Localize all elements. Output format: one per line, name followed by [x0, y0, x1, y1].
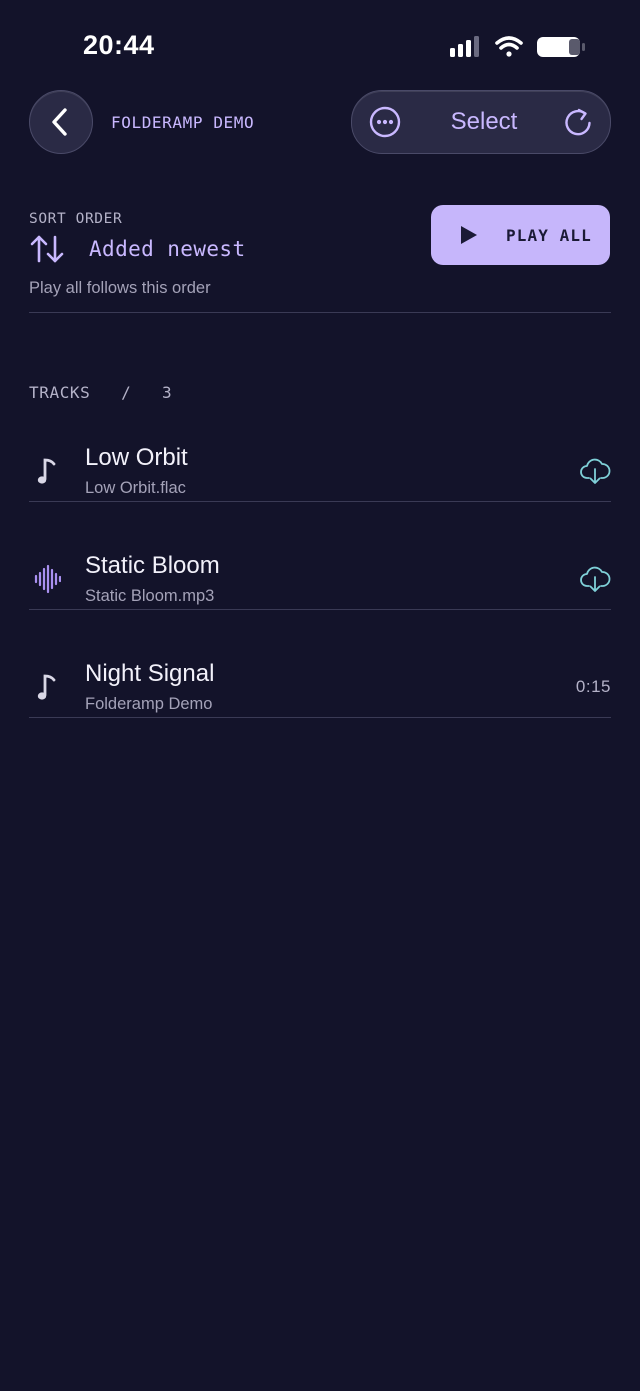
play-all-label: PLAY ALL [506, 225, 592, 245]
play-icon [461, 226, 477, 244]
header-action-pill: Select [351, 90, 611, 154]
music-note-icon [37, 674, 56, 700]
track-row[interactable]: Static Bloom Static Bloom.mp3 [29, 508, 611, 612]
status-time: 20:44 [83, 30, 155, 60]
wifi-icon [495, 36, 523, 57]
cloud-download-icon [580, 458, 611, 484]
track-row[interactable]: Low Orbit Low Orbit.flac [29, 400, 611, 504]
section-divider [29, 312, 611, 313]
sort-arrows-icon [30, 235, 64, 263]
sort-hint: Play all follows this order [29, 279, 211, 297]
row-divider [29, 609, 611, 610]
download-button[interactable] [579, 455, 611, 492]
ellipsis-circle-icon [369, 106, 401, 138]
status-icons [448, 34, 588, 60]
track-title: Low Orbit [85, 444, 188, 471]
track-row[interactable]: Night Signal Folderamp Demo 0:15 [29, 616, 611, 720]
row-divider [29, 717, 611, 718]
track-duration: 0:15 [575, 677, 611, 696]
download-button[interactable] [579, 563, 611, 600]
sort-order-value: Added newest [89, 237, 246, 261]
track-title: Night Signal [85, 660, 215, 687]
track-subtitle: Static Bloom.mp3 [85, 587, 215, 605]
sort-order-control[interactable]: Added newest [29, 230, 269, 268]
waveform-icon [34, 564, 61, 594]
page-title: FOLDERAMP DEMO [111, 113, 255, 132]
battery-icon [537, 37, 585, 57]
play-all-button[interactable]: PLAY ALL [431, 205, 610, 265]
chevron-left-icon [52, 108, 67, 136]
refresh-icon [565, 108, 591, 136]
sort-order-heading: SORT ORDER [29, 211, 123, 227]
track-title: Static Bloom [85, 552, 220, 579]
refresh-button[interactable] [562, 106, 594, 138]
track-subtitle: Low Orbit.flac [85, 479, 186, 497]
cellular-signal-icon [450, 36, 479, 57]
back-button[interactable] [29, 90, 93, 154]
music-note-icon [37, 458, 56, 484]
row-divider [29, 501, 611, 502]
cloud-download-icon [580, 566, 611, 592]
select-button[interactable]: Select [430, 91, 538, 153]
more-options-button[interactable] [369, 106, 401, 138]
track-subtitle: Folderamp Demo [85, 695, 213, 713]
